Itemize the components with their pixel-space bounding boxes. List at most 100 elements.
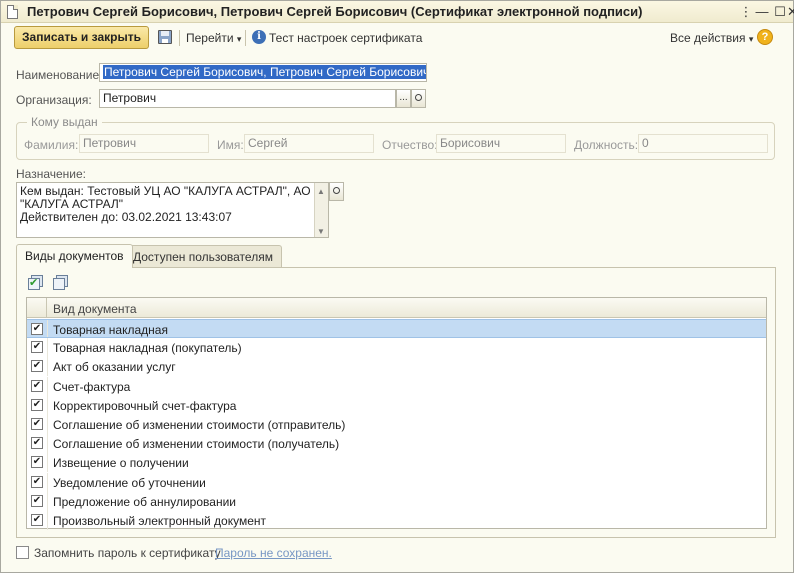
- search-icon: [415, 94, 422, 101]
- row-checkbox[interactable]: ✔: [31, 475, 43, 488]
- name-input[interactable]: Петрович Сергей Борисович, Петрович Серг…: [99, 63, 427, 82]
- purpose-label: Назначение:: [16, 167, 87, 181]
- row-checkbox[interactable]: ✔: [31, 341, 43, 354]
- password-status-link[interactable]: Пароль не сохранен.: [215, 546, 332, 560]
- minimize-icon[interactable]: —: [753, 3, 771, 21]
- help-icon[interactable]: ?: [757, 29, 773, 45]
- table-row[interactable]: ✔ Счет-фактура: [27, 376, 766, 396]
- purpose-line: Действителен до: 03.02.2021 13:43:07: [20, 210, 232, 224]
- row-divider: [47, 453, 48, 473]
- row-divider: [47, 434, 48, 454]
- name-value: Петрович Сергей Борисович, Петрович Серг…: [103, 65, 426, 79]
- info-icon[interactable]: i: [252, 30, 266, 44]
- close-icon[interactable]: ✕: [787, 3, 794, 21]
- row-divider: [47, 472, 48, 492]
- row-divider: [47, 320, 48, 337]
- scroll-down-icon[interactable]: ▼: [317, 225, 325, 238]
- row-divider: [47, 511, 48, 530]
- table-row[interactable]: ✔ Произвольный электронный документ: [27, 511, 766, 530]
- table-row[interactable]: ✔ Извещение о получении: [27, 453, 766, 473]
- toolbar-separator: [179, 30, 180, 46]
- row-checkbox[interactable]: ✔: [31, 494, 43, 507]
- row-label: Соглашение об изменении стоимости (получ…: [53, 437, 340, 452]
- position-label: Должность:: [574, 138, 639, 152]
- row-label: Предложение об аннулировании: [53, 494, 236, 509]
- tab-document-types[interactable]: Виды документов: [16, 244, 133, 268]
- certificate-window: Петрович Сергей Борисович, Петрович Серг…: [0, 0, 794, 573]
- check-all-icon[interactable]: ✔: [28, 275, 43, 290]
- purpose-scrollbar[interactable]: ▲ ▼: [314, 183, 328, 237]
- save-icon[interactable]: [158, 30, 172, 44]
- purpose-textarea[interactable]: Кем выдан: Тестовый УЦ АО "КАЛУГА АСТРАЛ…: [16, 182, 329, 238]
- organization-label: Организация:: [16, 93, 92, 107]
- window-title: Петрович Сергей Борисович, Петрович Серг…: [27, 4, 643, 19]
- table-row[interactable]: ✔ Корректировочный счет-фактура: [27, 395, 766, 415]
- remember-password-label[interactable]: Запомнить пароль к сертификату: [34, 546, 221, 560]
- row-label: Корректировочный счет-фактура: [53, 398, 237, 413]
- test-settings-button[interactable]: Тест настроек сертификата: [269, 31, 422, 45]
- table-row[interactable]: ✔ Акт об оказании услуг: [27, 357, 766, 377]
- purpose-open-button[interactable]: [329, 182, 344, 201]
- table-row[interactable]: ✔ Соглашение об изменении стоимости (полу…: [27, 434, 766, 454]
- issued-to-title: Кому выдан: [27, 115, 102, 129]
- row-divider: [47, 395, 48, 415]
- row-label: Счет-фактура: [53, 379, 131, 394]
- all-actions-label: Все действия: [670, 31, 746, 45]
- goto-label: Перейти: [186, 31, 234, 45]
- row-checkbox[interactable]: ✔: [31, 379, 43, 392]
- table-header: Вид документа: [27, 298, 766, 318]
- document-icon: [7, 5, 18, 19]
- save-and-close-button[interactable]: Записать и закрыть: [14, 26, 149, 49]
- patronymic-field: Борисович: [436, 134, 566, 153]
- all-actions-menu[interactable]: Все действия ▾: [670, 31, 753, 45]
- chevron-down-icon: ▾: [236, 34, 242, 44]
- check-mark-icon: ✔: [29, 277, 39, 289]
- table-row[interactable]: ✔ Товарная накладная: [27, 319, 766, 338]
- patronymic-label: Отчество:: [382, 138, 438, 152]
- organization-choose-button[interactable]: ...: [396, 89, 411, 108]
- row-checkbox[interactable]: ✔: [31, 456, 43, 469]
- row-label: Товарная накладная: [53, 323, 168, 337]
- row-label: Уведомление об уточнении: [53, 475, 206, 490]
- row-label: Соглашение об изменении стоимости (отпра…: [53, 418, 346, 432]
- name-label: Наименование:: [16, 68, 103, 82]
- goto-menu[interactable]: Перейти ▾: [186, 31, 241, 45]
- search-icon: [333, 187, 340, 194]
- row-divider: [47, 491, 48, 511]
- surname-label: Фамилия:: [24, 138, 79, 152]
- tab-available-to-users[interactable]: Доступен пользователям: [124, 245, 282, 268]
- row-label: Товарная накладная (покупатель): [53, 341, 242, 356]
- first-name-label: Имя:: [217, 138, 244, 152]
- table-header-mark-column: [27, 298, 47, 318]
- uncheck-all-icon[interactable]: [53, 275, 68, 290]
- row-checkbox[interactable]: ✔: [31, 360, 43, 373]
- surname-field: Петрович: [79, 134, 209, 153]
- row-divider: [47, 376, 48, 396]
- column-header-document-type[interactable]: Вид документа: [53, 302, 137, 316]
- table-row[interactable]: ✔ Соглашение об изменении стоимости (отпр…: [27, 415, 766, 434]
- table-row[interactable]: ✔ Уведомление об уточнении: [27, 472, 766, 492]
- row-checkbox[interactable]: ✔: [31, 418, 43, 430]
- toolbar: Записать и закрыть Перейти ▾ i Тест наст…: [1, 23, 793, 53]
- table-row[interactable]: ✔ Предложение об аннулировании: [27, 491, 766, 511]
- row-checkbox[interactable]: ✔: [31, 514, 43, 526]
- row-checkbox[interactable]: ✔: [31, 323, 43, 335]
- organization-open-button[interactable]: [411, 89, 426, 108]
- row-label: Произвольный электронный документ: [53, 514, 267, 528]
- row-checkbox[interactable]: ✔: [31, 437, 43, 450]
- organization-input[interactable]: Петрович: [99, 89, 396, 108]
- row-label: Извещение о получении: [53, 456, 189, 471]
- chevron-down-icon: ▾: [748, 34, 754, 44]
- row-divider: [47, 357, 48, 377]
- position-field: 0: [638, 134, 768, 153]
- row-divider: [47, 338, 48, 358]
- toolbar-separator: [245, 30, 246, 46]
- title-bar: Петрович Сергей Борисович, Петрович Серг…: [1, 1, 794, 23]
- document-types-table: Вид документа ✔ Товарная накладная ✔ Товарн…: [26, 297, 767, 530]
- remember-password-checkbox[interactable]: [16, 546, 29, 559]
- row-checkbox[interactable]: ✔: [31, 398, 43, 411]
- first-name-field: Сергей: [244, 134, 374, 153]
- table-row[interactable]: ✔ Товарная накладная (покупатель): [27, 338, 766, 358]
- row-divider: [47, 415, 48, 434]
- scroll-up-icon[interactable]: ▲: [317, 185, 325, 198]
